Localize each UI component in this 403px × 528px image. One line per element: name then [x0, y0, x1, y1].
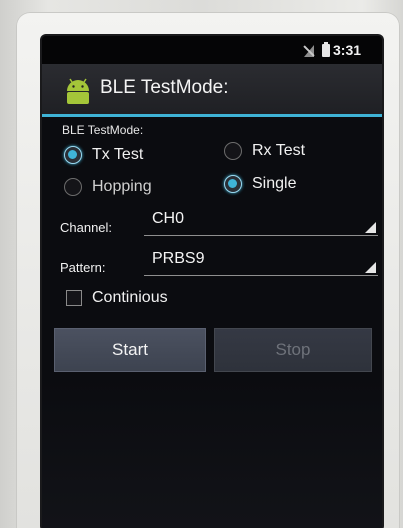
- radio-rx-test[interactable]: Rx Test: [224, 142, 305, 160]
- dropdown-triangle-icon: [365, 262, 376, 273]
- dropdown-triangle-icon: [365, 222, 376, 233]
- empty-content-area: [42, 376, 382, 528]
- section-label: BLE TestMode:: [62, 123, 144, 137]
- device-screen: 3:31 BLE TestMode: BLE TestMode: Tx Test…: [42, 36, 382, 528]
- channel-value: CH0: [152, 210, 185, 227]
- radio-single-label: Single: [252, 175, 297, 192]
- radio-single[interactable]: Single: [224, 175, 296, 193]
- radio-rx-test-label: Rx Test: [252, 142, 306, 159]
- status-clock: 3:31: [333, 42, 362, 58]
- channel-spinner[interactable]: CH0: [144, 206, 378, 236]
- radio-unchecked-icon: [64, 178, 82, 196]
- channel-label: Channel:: [60, 220, 113, 235]
- pattern-label: Pattern:: [60, 260, 106, 275]
- action-bar: BLE TestMode:: [42, 64, 382, 114]
- pattern-value: PRBS9: [152, 250, 205, 267]
- pattern-spinner[interactable]: PRBS9: [144, 246, 378, 276]
- radio-checked-icon: [64, 146, 82, 164]
- radio-tx-test-label: Tx Test: [92, 146, 144, 163]
- radio-hopping-label: Hopping: [92, 178, 152, 195]
- app-title: BLE TestMode:: [100, 77, 229, 98]
- title-divider: [42, 114, 382, 117]
- continuous-label: Continious: [92, 289, 168, 306]
- radio-tx-test[interactable]: Tx Test: [64, 146, 143, 164]
- start-button[interactable]: Start: [54, 328, 206, 372]
- radio-unchecked-icon: [224, 142, 242, 160]
- battery-icon: [322, 42, 330, 57]
- checkbox-unchecked-icon: [66, 290, 82, 306]
- status-bar: 3:31: [42, 36, 382, 64]
- radio-checked-icon: [224, 175, 242, 193]
- radio-hopping[interactable]: Hopping: [64, 178, 152, 196]
- android-icon: [67, 78, 89, 104]
- continuous-checkbox[interactable]: Continious: [66, 289, 168, 307]
- stop-button[interactable]: Stop: [214, 328, 372, 372]
